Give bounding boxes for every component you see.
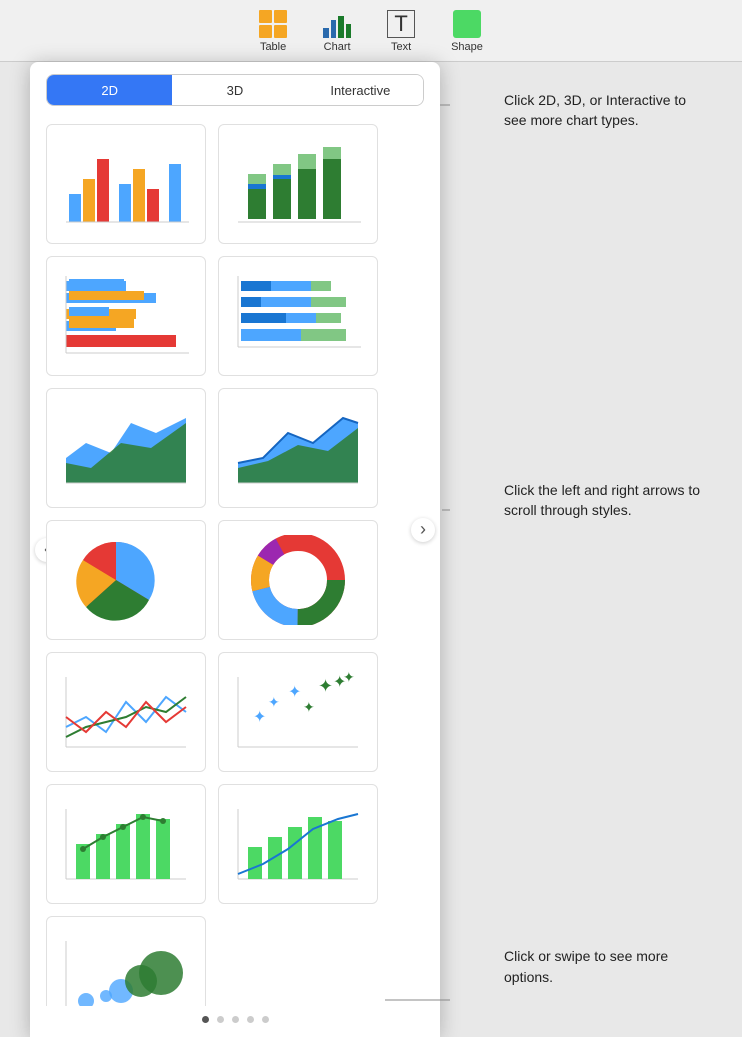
- chart-item-pie[interactable]: [46, 520, 206, 640]
- svg-text:✦: ✦: [253, 709, 266, 726]
- callout-middle: Click the left and right arrows to scrol…: [504, 480, 704, 521]
- callout-bottom: Click or swipe to see more options.: [504, 946, 704, 987]
- segment-control: 2D 3D Interactive: [46, 74, 424, 106]
- chart-item-area[interactable]: [46, 388, 206, 508]
- chart-picker-panel: 2D 3D Interactive ‹: [30, 62, 440, 1037]
- svg-text:✦: ✦: [288, 684, 301, 701]
- chart-row-4: [46, 520, 424, 640]
- chart-item-hbar-grouped[interactable]: [46, 256, 206, 376]
- toolbar-label-chart: Chart: [324, 41, 351, 53]
- svg-text:✦: ✦: [318, 676, 333, 696]
- toolbar-item-chart[interactable]: Chart: [305, 6, 369, 57]
- chart-item-scatter[interactable]: ✦ ✦ ✦ ✦ ✦ ✦ ✦: [218, 652, 378, 772]
- callout-top: Click 2D, 3D, or Interactive to see more…: [504, 90, 704, 131]
- chart-item-combo-1[interactable]: [46, 784, 206, 904]
- pagination-dot-4[interactable]: [247, 1016, 254, 1023]
- shape-icon: [453, 10, 481, 38]
- toolbar-item-shape[interactable]: Shape: [433, 6, 501, 57]
- chart-row-7: [46, 916, 424, 1006]
- chart-item-hbar-stacked[interactable]: [218, 256, 378, 376]
- dot-pagination: [30, 1006, 440, 1037]
- toolbar: Table Chart T Text Shape: [0, 0, 742, 62]
- chart-item-line[interactable]: [46, 652, 206, 772]
- pagination-dot-1[interactable]: [202, 1016, 209, 1023]
- chart-icon: [323, 10, 351, 38]
- chart-item-bar-grouped[interactable]: [46, 124, 206, 244]
- text-icon: T: [387, 10, 415, 38]
- chart-row-1: [46, 124, 424, 244]
- chart-row-2: [46, 256, 424, 376]
- toolbar-label-text: Text: [391, 41, 411, 53]
- pagination-dot-5[interactable]: [262, 1016, 269, 1023]
- chart-item-bubble[interactable]: [46, 916, 206, 1006]
- segment-btn-interactive[interactable]: Interactive: [298, 75, 423, 105]
- segment-btn-3d[interactable]: 3D: [172, 75, 297, 105]
- pagination-dot-3[interactable]: [232, 1016, 239, 1023]
- chart-item-donut[interactable]: [218, 520, 378, 640]
- toolbar-label-shape: Shape: [451, 41, 483, 53]
- chart-row-6: [46, 784, 424, 904]
- svg-text:✦: ✦: [303, 699, 315, 715]
- svg-text:✦: ✦: [268, 694, 280, 710]
- chart-row-5: ✦ ✦ ✦ ✦ ✦ ✦ ✦: [46, 652, 424, 772]
- chart-item-bar-stacked[interactable]: [218, 124, 378, 244]
- segment-btn-2d[interactable]: 2D: [47, 75, 172, 105]
- scroll-right-arrow[interactable]: ›: [411, 518, 435, 542]
- toolbar-item-text[interactable]: T Text: [369, 6, 433, 57]
- chart-grid: ✦ ✦ ✦ ✦ ✦ ✦ ✦: [30, 116, 440, 1006]
- svg-text:✦: ✦: [343, 669, 355, 685]
- chart-item-combo-2[interactable]: [218, 784, 378, 904]
- chart-row-3: [46, 388, 424, 508]
- toolbar-label-table: Table: [260, 41, 286, 53]
- chart-item-area-2[interactable]: [218, 388, 378, 508]
- table-icon: [259, 10, 287, 38]
- pagination-dot-2[interactable]: [217, 1016, 224, 1023]
- toolbar-item-table[interactable]: Table: [241, 6, 305, 57]
